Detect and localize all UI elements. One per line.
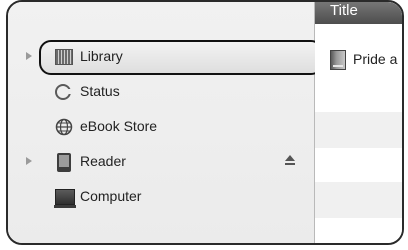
sidebar-item-ebook-store[interactable]: eBook Store bbox=[8, 110, 308, 144]
sidebar-item-label: Computer bbox=[80, 188, 142, 204]
sidebar-item-status[interactable]: Status bbox=[8, 75, 308, 109]
expand-arrow-icon[interactable] bbox=[26, 157, 32, 165]
sidebar: Library Status eBook Store Reader Comput… bbox=[8, 2, 323, 243]
globe-icon bbox=[55, 118, 73, 136]
sidebar-item-reader[interactable]: Reader bbox=[8, 145, 308, 179]
library-icon bbox=[55, 49, 73, 65]
sidebar-item-computer[interactable]: Computer bbox=[8, 180, 308, 214]
content-pane: Title Pride a bbox=[315, 2, 402, 243]
table-row-empty bbox=[315, 182, 402, 218]
expand-arrow-icon[interactable] bbox=[26, 52, 32, 60]
status-icon bbox=[55, 84, 73, 100]
eject-icon[interactable] bbox=[285, 155, 295, 167]
sidebar-item-label: eBook Store bbox=[80, 118, 158, 134]
computer-icon bbox=[54, 189, 76, 208]
sidebar-item-label: Library bbox=[80, 48, 123, 64]
app-window: Library Status eBook Store Reader Comput… bbox=[6, 0, 404, 245]
reader-device-icon bbox=[57, 153, 71, 172]
book-title: Pride a bbox=[353, 51, 398, 67]
sidebar-item-label: Status bbox=[80, 83, 120, 99]
book-cover-icon bbox=[330, 50, 346, 70]
title-column-header[interactable]: Title bbox=[315, 2, 402, 24]
sidebar-item-library[interactable]: Library bbox=[8, 40, 308, 74]
table-row-empty bbox=[315, 112, 402, 148]
table-row[interactable]: Pride a bbox=[315, 42, 402, 78]
table-row-empty bbox=[315, 148, 402, 184]
sidebar-item-label: Reader bbox=[80, 153, 126, 169]
table-row-empty bbox=[315, 78, 402, 114]
